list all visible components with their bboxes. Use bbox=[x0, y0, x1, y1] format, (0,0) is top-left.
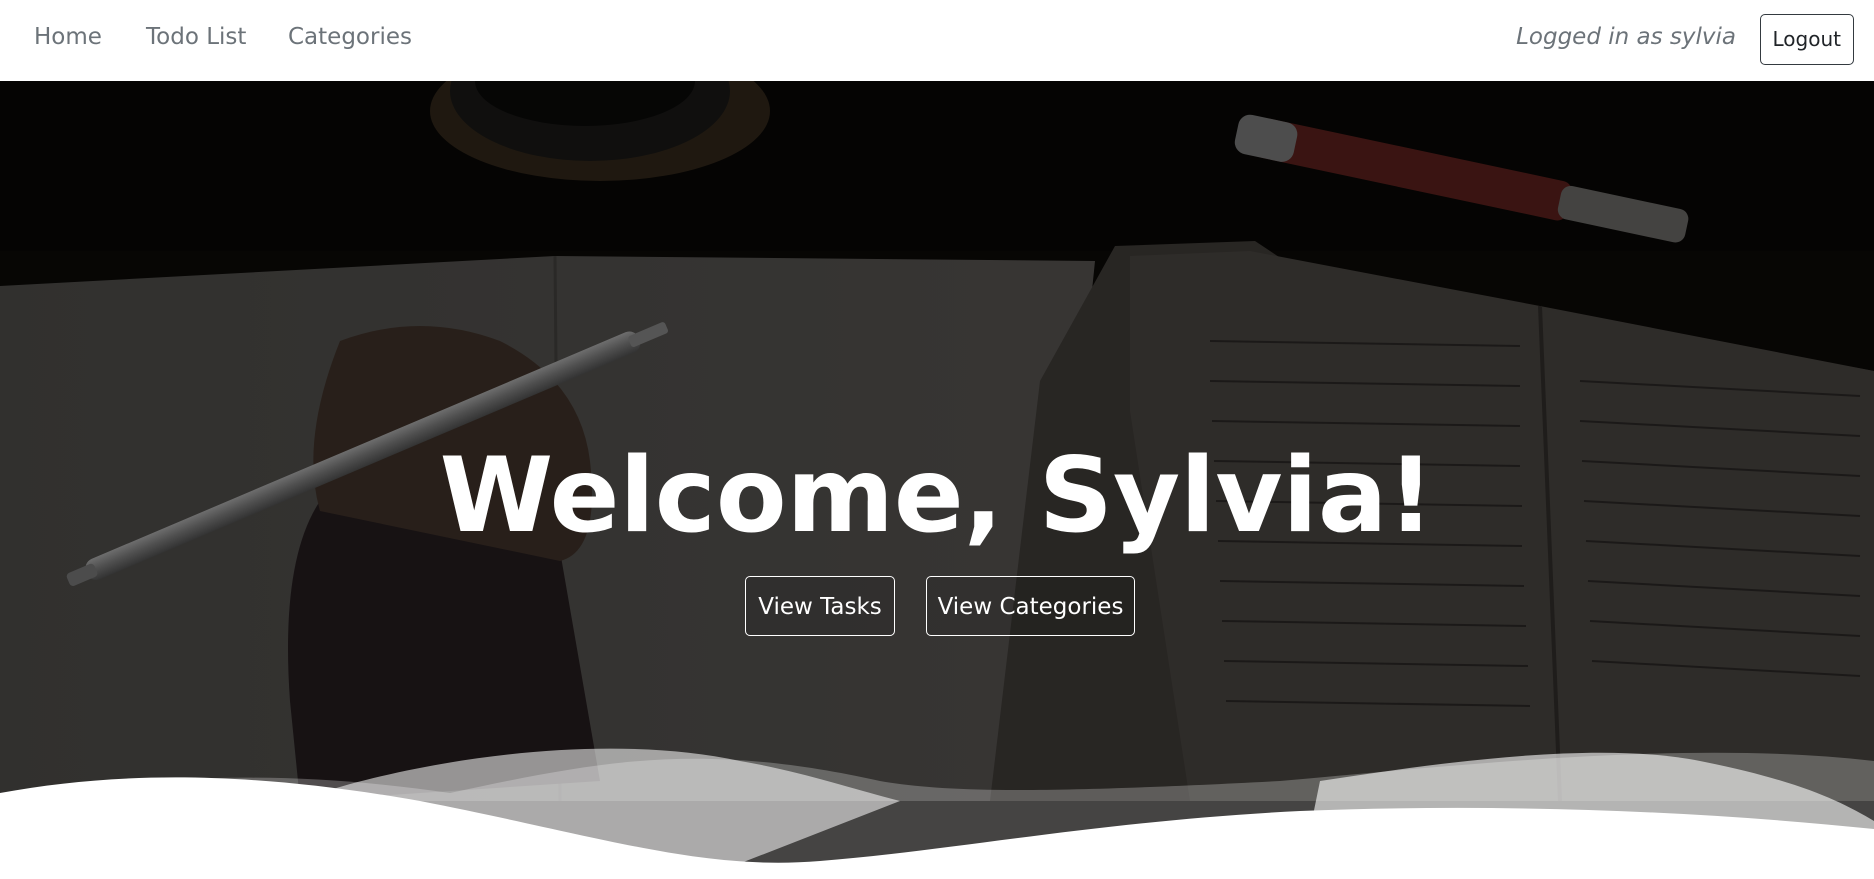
logout-button[interactable]: Logout bbox=[1759, 14, 1854, 65]
nav-link-home[interactable]: Home bbox=[34, 24, 102, 50]
nav-link-todo-list[interactable]: Todo List bbox=[146, 24, 246, 50]
view-tasks-button[interactable]: View Tasks bbox=[745, 576, 895, 636]
welcome-heading: Welcome, Sylvia! bbox=[439, 436, 1435, 556]
logged-in-status: Logged in as sylvia bbox=[1516, 24, 1736, 50]
view-categories-button[interactable]: View Categories bbox=[926, 576, 1135, 636]
nav-link-categories[interactable]: Categories bbox=[288, 24, 412, 50]
hero-banner: Welcome, Sylvia! View Tasks View Categor… bbox=[0, 81, 1874, 879]
top-navbar: Home Todo List Categories Logged in as s… bbox=[0, 0, 1874, 81]
